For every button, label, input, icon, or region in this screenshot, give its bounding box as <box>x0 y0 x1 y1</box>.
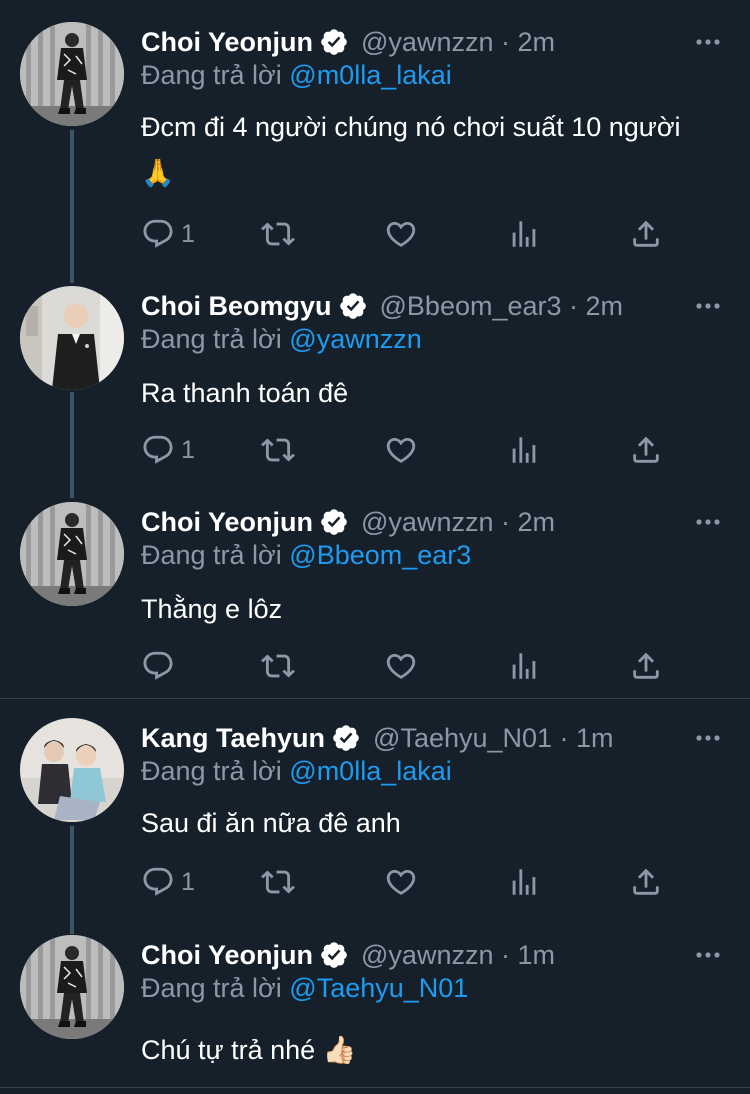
author-name[interactable]: Choi Yeonjun <box>141 27 313 58</box>
reply-count: 1 <box>181 219 195 248</box>
author-handle[interactable]: @yawnzzn · 2m <box>361 27 555 58</box>
retweet-icon <box>261 649 295 683</box>
share-button[interactable] <box>629 216 663 252</box>
author-handle[interactable]: @yawnzzn · 1m <box>361 940 555 971</box>
more-icon[interactable] <box>694 294 722 318</box>
like-icon <box>384 433 418 467</box>
retweet-button[interactable] <box>261 864 295 900</box>
analytics-icon <box>507 433 541 467</box>
tweet[interactable]: Choi Beomgyu @Bbeom_ear3 · 2m Đang trả l… <box>0 286 750 476</box>
reply-prefix: Đang trả lời <box>141 324 282 354</box>
verified-badge-icon <box>338 291 368 321</box>
like-button[interactable] <box>384 216 418 252</box>
retweet-icon <box>261 217 295 251</box>
avatar[interactable] <box>20 502 124 606</box>
verified-badge-icon <box>319 27 349 57</box>
author-handle[interactable]: @Bbeom_ear3 · 2m <box>380 291 624 322</box>
author-handle[interactable]: @Taehyu_N01 · 1m <box>373 723 614 754</box>
tweet[interactable]: Choi Yeonjun @yawnzzn · 1m Đang trả lời … <box>0 935 750 1075</box>
tweet[interactable]: Kang Taehyun @Taehyu_N01 · 1m Đang trả l… <box>0 718 750 908</box>
tweet[interactable]: Choi Yeonjun @yawnzzn · 2m Đang trả lời … <box>0 502 750 692</box>
verified-badge-icon <box>319 940 349 970</box>
divider <box>0 1087 750 1088</box>
reply-prefix: Đang trả lời <box>141 60 282 90</box>
tweet-text: Ra thanh toán đê <box>141 378 349 408</box>
avatar[interactable] <box>20 718 124 822</box>
verified-badge-icon <box>331 723 361 753</box>
share-icon <box>629 649 663 683</box>
verified-badge-icon <box>319 507 349 537</box>
reply-icon <box>141 865 175 899</box>
tweet-text: Chú tự trả nhé 👍🏻 <box>141 1035 357 1065</box>
reply-icon <box>141 649 175 683</box>
reply-context: Đang trả lời @yawnzzn <box>141 324 422 355</box>
action-bar <box>141 648 671 684</box>
reply-button[interactable]: 1 <box>141 216 195 252</box>
like-button[interactable] <box>384 432 418 468</box>
retweet-button[interactable] <box>261 216 295 252</box>
share-button[interactable] <box>629 432 663 468</box>
share-icon <box>629 433 663 467</box>
more-icon[interactable] <box>694 726 722 750</box>
action-bar: 1 <box>141 864 671 900</box>
analytics-button[interactable] <box>507 864 541 900</box>
reply-prefix: Đang trả lời <box>141 540 282 570</box>
divider <box>0 698 750 699</box>
like-icon <box>384 649 418 683</box>
more-icon[interactable] <box>694 943 722 967</box>
analytics-button[interactable] <box>507 648 541 684</box>
share-icon <box>629 865 663 899</box>
reply-count: 1 <box>181 435 195 464</box>
reply-context: Đang trả lời @Bbeom_ear3 <box>141 540 471 571</box>
reply-button[interactable]: 1 <box>141 432 195 468</box>
share-button[interactable] <box>629 648 663 684</box>
reply-button[interactable]: 1 <box>141 864 195 900</box>
reply-mention[interactable]: @yawnzzn <box>289 324 421 354</box>
author-name[interactable]: Choi Yeonjun <box>141 507 313 538</box>
share-icon <box>629 217 663 251</box>
tweet-text: Sau đi ăn nữa đê anh <box>141 808 401 838</box>
retweet-button[interactable] <box>261 648 295 684</box>
author-handle[interactable]: @yawnzzn · 2m <box>361 507 555 538</box>
reply-mention[interactable]: @m0lla_lakai <box>289 60 451 90</box>
reply-mention[interactable]: @Bbeom_ear3 <box>289 540 471 570</box>
more-icon[interactable] <box>694 30 722 54</box>
reply-prefix: Đang trả lời <box>141 973 282 1003</box>
reply-prefix: Đang trả lời <box>141 756 282 786</box>
retweet-icon <box>261 865 295 899</box>
analytics-icon <box>507 649 541 683</box>
reply-button[interactable] <box>141 648 181 684</box>
share-button[interactable] <box>629 864 663 900</box>
tweet-text: Thằng e lôz <box>141 594 283 624</box>
retweet-button[interactable] <box>261 432 295 468</box>
reply-mention[interactable]: @m0lla_lakai <box>289 756 451 786</box>
action-bar: 1 <box>141 216 671 252</box>
analytics-button[interactable] <box>507 432 541 468</box>
author-name[interactable]: Choi Yeonjun <box>141 940 313 971</box>
retweet-icon <box>261 433 295 467</box>
analytics-button[interactable] <box>507 216 541 252</box>
avatar[interactable] <box>20 935 124 1039</box>
author-name[interactable]: Kang Taehyun <box>141 723 325 754</box>
author-name[interactable]: Choi Beomgyu <box>141 291 332 322</box>
like-icon <box>384 865 418 899</box>
analytics-icon <box>507 865 541 899</box>
reply-context: Đang trả lời @m0lla_lakai <box>141 756 452 787</box>
reply-icon <box>141 217 175 251</box>
avatar[interactable] <box>20 286 124 390</box>
analytics-icon <box>507 217 541 251</box>
avatar[interactable] <box>20 22 124 126</box>
like-icon <box>384 217 418 251</box>
reply-count: 1 <box>181 867 195 896</box>
reply-context: Đang trả lời @Taehyu_N01 <box>141 973 468 1004</box>
tweet-text: Đcm đi 4 người chúng nó chơi suất 10 ngư… <box>141 112 681 188</box>
action-bar: 1 <box>141 432 671 468</box>
tweet[interactable]: Choi Yeonjun @yawnzzn · 2m Đang trả lời … <box>0 22 750 262</box>
more-icon[interactable] <box>694 510 722 534</box>
reply-mention[interactable]: @Taehyu_N01 <box>289 973 468 1003</box>
like-button[interactable] <box>384 648 418 684</box>
reply-context: Đang trả lời @m0lla_lakai <box>141 60 452 91</box>
reply-icon <box>141 433 175 467</box>
like-button[interactable] <box>384 864 418 900</box>
